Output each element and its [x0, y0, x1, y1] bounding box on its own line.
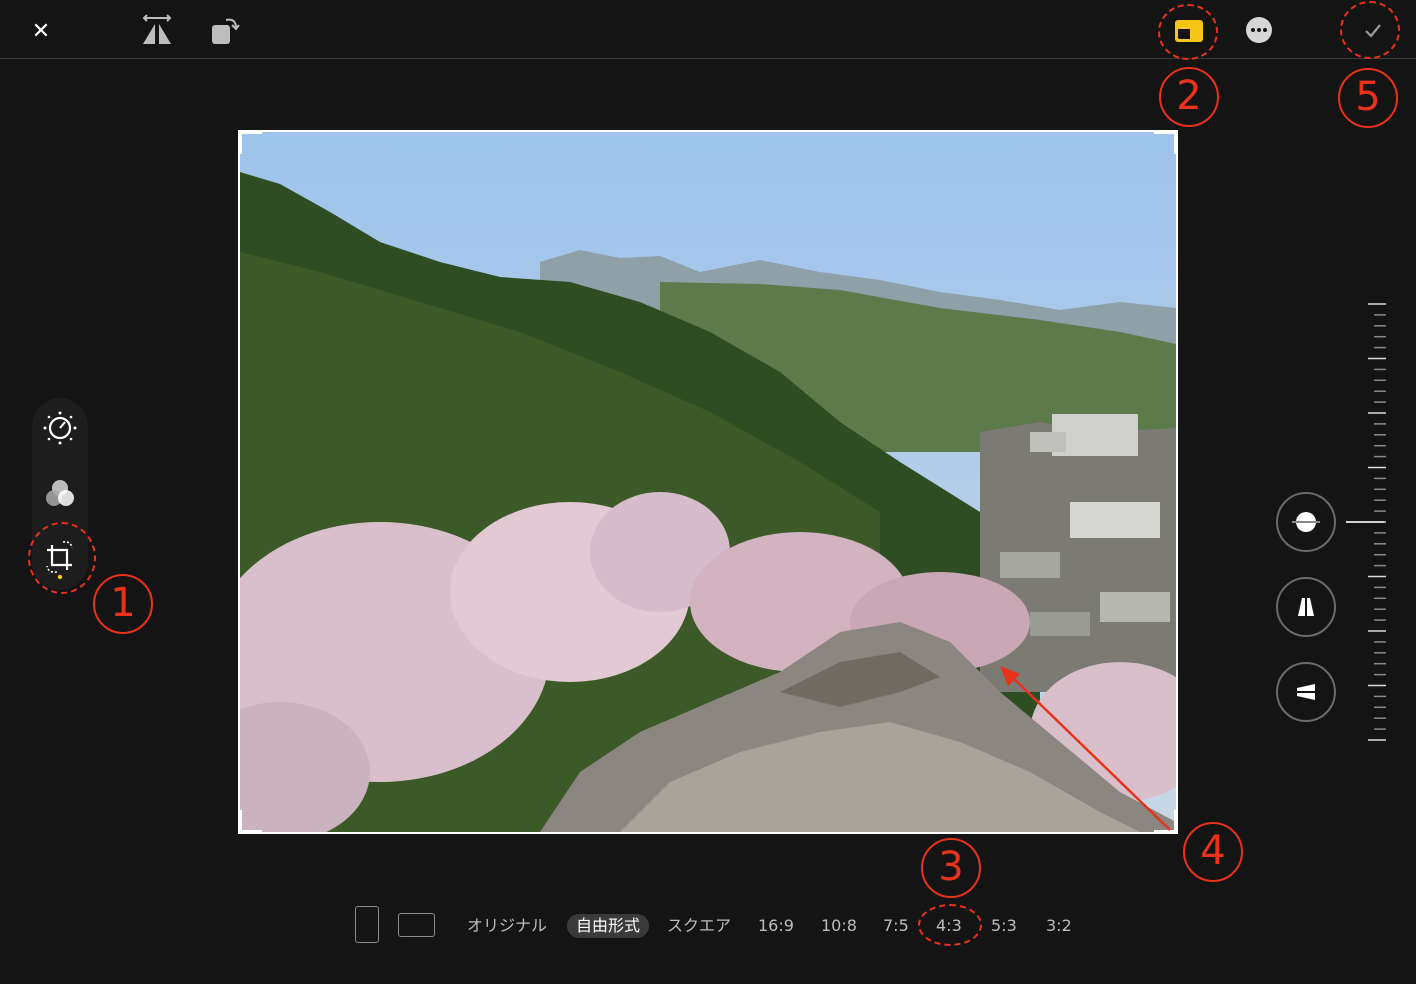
annotation-arrow	[1000, 666, 1171, 831]
ratio-freeform[interactable]: 自由形式	[567, 914, 650, 938]
ratio-7-5[interactable]: 7:5	[883, 914, 909, 938]
close-button[interactable]: ✕	[26, 16, 56, 46]
annotation-number-1: 1	[93, 574, 153, 634]
straighten-icon	[1292, 512, 1320, 532]
annotation-number-5: 5	[1338, 68, 1398, 128]
annotation-number-4: 4	[1183, 822, 1243, 882]
flip-horizontal-icon	[142, 14, 172, 44]
rotate-button[interactable]	[206, 12, 244, 50]
annotation-ring-aspect	[1158, 4, 1218, 60]
filters-icon	[46, 480, 74, 506]
aspect-ratio-bar: オリジナル 自由形式 スクエア 16:9 10:8 7:5 4:3 5:3 3:…	[0, 900, 1416, 950]
horizontal-perspective-icon	[1293, 684, 1319, 700]
landscape-icon[interactable]	[398, 913, 435, 937]
vertical-perspective-icon	[1298, 594, 1314, 620]
annotation-ring-done	[1340, 1, 1400, 59]
ratio-5-3[interactable]: 5:3	[991, 914, 1017, 938]
straighten-button[interactable]	[1276, 492, 1336, 552]
ruler-indicator	[1346, 521, 1384, 523]
ratio-original[interactable]: オリジナル	[467, 914, 547, 938]
ratio-16-9[interactable]: 16:9	[758, 914, 794, 938]
rotate-icon	[212, 18, 240, 44]
adjust-dial-icon	[43, 411, 77, 445]
vertical-perspective-button[interactable]	[1276, 577, 1336, 637]
ratio-10-8[interactable]: 10:8	[821, 914, 857, 938]
more-icon	[1246, 17, 1272, 43]
annotation-ring-ratio-4-3	[918, 904, 982, 946]
crop-handle-top-right[interactable]	[1154, 132, 1176, 154]
annotation-number-2: 2	[1159, 67, 1219, 127]
flip-button[interactable]	[138, 12, 176, 50]
annotation-number-3: 3	[921, 838, 981, 898]
crop-handle-bottom-left[interactable]	[240, 810, 262, 832]
annotation-ring-crop	[28, 522, 96, 594]
portrait-icon[interactable]	[355, 906, 379, 943]
crop-handle-top-left[interactable]	[240, 132, 262, 154]
ratio-3-2[interactable]: 3:2	[1046, 914, 1072, 938]
close-icon: ✕	[31, 18, 51, 44]
adjust-tool-button[interactable]	[32, 400, 88, 456]
more-button[interactable]	[1244, 15, 1274, 45]
ratio-square[interactable]: スクエア	[667, 914, 731, 938]
horizontal-perspective-button[interactable]	[1276, 662, 1336, 722]
filters-tool-button[interactable]	[32, 466, 88, 522]
